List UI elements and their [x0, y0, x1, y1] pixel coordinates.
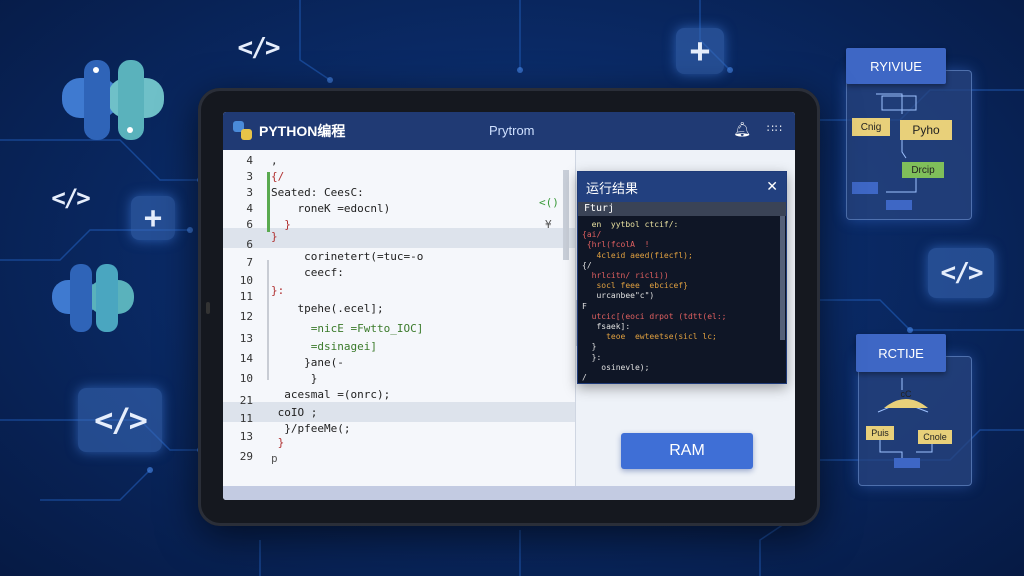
tablet-camera [206, 302, 210, 314]
output-line: teoe ewteetse(sicl lc; [582, 332, 717, 342]
indent-guide [267, 260, 269, 380]
change-marker [267, 172, 270, 232]
line-number: 6 [246, 238, 253, 251]
output-line: en yytbol ctcif/: [582, 220, 679, 229]
bell-icon[interactable]: 🔔︎ [733, 122, 751, 138]
line-number: 7 [246, 256, 253, 269]
output-line: urcanbee"c") [582, 291, 655, 301]
code-line: }/pfeeMe(; [271, 422, 351, 435]
output-line: socl feee ebcicef} [582, 281, 688, 291]
code-line: } [271, 230, 278, 243]
tablet-device: PYTHON编程 Prytrom 🔔︎ ∷∷ 4 3 3 4 6 6 7 10 11 12 13 14… [198, 88, 820, 526]
line-number: 11 [239, 412, 253, 425]
app-titlebar: PYTHON编程 Prytrom 🔔︎ ∷∷ [223, 112, 795, 150]
output-line: {hrl(fcolA ! [582, 240, 650, 250]
flowchart-connectors [852, 93, 917, 210]
line-number: 10 [239, 372, 253, 385]
line-number: 6 [246, 218, 253, 231]
line-number: 13 [239, 332, 253, 345]
code-line: Seated: CeesC: [271, 186, 364, 199]
code-line: } [271, 436, 285, 449]
flowchart-node: Pyho [900, 120, 952, 140]
line-number: 3 [246, 170, 253, 183]
flowchart-card-title: RCTIJE [856, 334, 946, 372]
output-line: / [582, 373, 587, 382]
line-number: 14 [239, 352, 253, 365]
run-button[interactable]: RAM [621, 433, 753, 469]
output-line: 4cleid aeed(fiecfl); [582, 250, 693, 260]
line-number: 3 [246, 186, 253, 199]
output-line: utcic[(eoci drpot (tdtt(el:; [582, 311, 727, 321]
output-line: }: [582, 352, 602, 362]
code-tag-icon: </> [237, 33, 281, 63]
output-subheader: Fturj [578, 202, 786, 216]
code-editor[interactable]: 4 3 3 4 6 6 7 10 11 12 13 14 10 21 11 13 29 <() ¥ , {/ Sea… [223, 150, 575, 486]
output-line: } [582, 342, 597, 352]
flowchart-node: Puis [866, 426, 894, 440]
line-number: 10 [239, 274, 253, 287]
output-scrollbar[interactable] [780, 216, 785, 340]
ide-window: PYTHON编程 Prytrom 🔔︎ ∷∷ 4 3 3 4 6 6 7 10 11 12 13 14… [223, 112, 795, 500]
code-line: tpehe(.ecel]; [271, 302, 384, 315]
code-line: , [271, 154, 278, 167]
code-line: p [271, 452, 278, 465]
tab-title[interactable]: Prytrom [489, 123, 535, 138]
flowchart-node: Cnole [918, 430, 952, 444]
plus-icon: + [676, 28, 724, 74]
flowchart-node: Cnig [852, 118, 890, 136]
output-line: hrlcitn/ ricli)) [582, 271, 669, 280]
code-line: corinetert(=tuc=-o [271, 250, 424, 263]
code-line: coIO ; [271, 406, 318, 419]
plus-icon: + [131, 196, 175, 240]
output-panel: 运行结果 ✕ Fturj en yytbol ctcif/: {ai/ {hrl(… [577, 171, 787, 384]
grid-menu-icon[interactable]: ∷∷ [767, 122, 783, 138]
line-number: 29 [239, 450, 253, 463]
code-tag-icon: </> [51, 184, 90, 212]
margin-mark: ¥ [545, 218, 552, 231]
line-number: 4 [246, 154, 253, 167]
output-line: {/ [582, 260, 592, 270]
status-bar [223, 486, 795, 500]
code-line: acesmal =(onrc); [271, 388, 391, 401]
output-title: 运行结果 [586, 181, 639, 197]
code-line: } [271, 372, 318, 385]
code-line: }: [271, 284, 285, 297]
flowchart-node: cC [900, 389, 912, 399]
code-line: roneK =edocnl) [271, 202, 391, 215]
editor-scrollbar[interactable] [563, 170, 569, 260]
line-number: 11 [239, 290, 253, 303]
margin-mark: <() [539, 196, 559, 209]
flowchart-card-title: RYIVIUE [846, 48, 946, 84]
line-number: 4 [246, 202, 253, 215]
output-line: fsaek]: [582, 322, 631, 331]
line-number: 21 [239, 394, 253, 407]
code-line: =dsinagei] [271, 340, 377, 353]
code-tag-icon: </> [928, 248, 994, 298]
line-number: 13 [239, 430, 253, 443]
line-number: 12 [239, 310, 253, 323]
app-title: PYTHON编程 [259, 123, 346, 139]
output-line: {ai/ [582, 230, 602, 240]
code-line: }ane(- [271, 356, 344, 369]
close-icon[interactable]: ✕ [766, 179, 778, 195]
line-number-gutter: 4 3 3 4 6 6 7 10 11 12 13 14 10 21 11 13 29 [223, 150, 263, 486]
python-logo-icon [52, 264, 134, 332]
output-line: osinevle); [582, 362, 650, 372]
flowchart-node: Drcip [902, 162, 944, 178]
code-line: =nicE =Fwtto_IOC] [271, 322, 424, 335]
python-logo-icon [233, 121, 253, 141]
code-tag-icon: </> [78, 388, 162, 452]
code-line: {/ [271, 170, 285, 183]
code-line: ceecf: [271, 266, 344, 279]
output-line: F [582, 301, 587, 311]
python-logo-icon [62, 60, 164, 140]
